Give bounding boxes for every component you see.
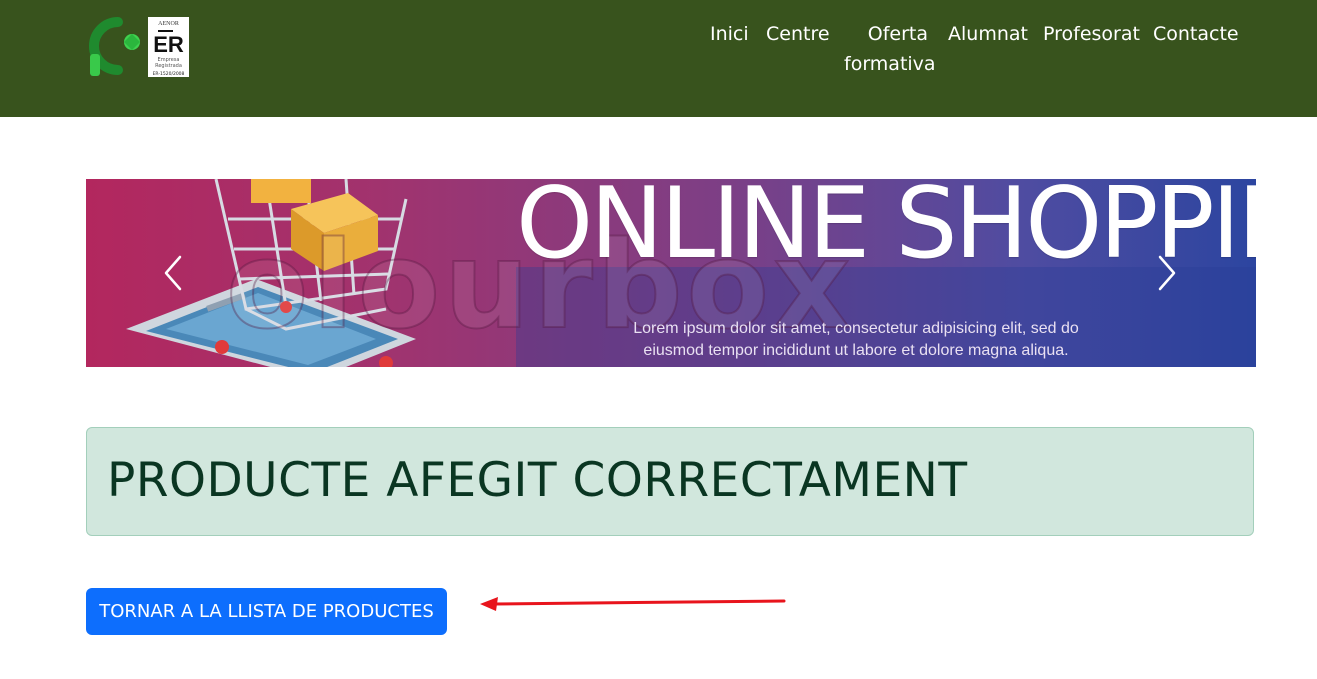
carousel-next-button[interactable]: [1152, 253, 1182, 293]
site-logo[interactable]: AENOR ER Empresa Registrada ER-1520/2008: [88, 16, 192, 80]
carousel[interactable]: olourbox ONLINE SHOPPING Lorem ipsum dol…: [86, 179, 1256, 367]
nav-link-profesorat[interactable]: Profesorat: [1043, 19, 1140, 49]
chevron-right-icon: [1158, 255, 1176, 291]
chevron-left-icon: [164, 255, 182, 291]
navbar: AENOR ER Empresa Registrada ER-1520/2008…: [0, 0, 1317, 117]
carousel-title: ONLINE SHOPPING: [516, 179, 1256, 281]
carousel-caption-line2: eiusmod tempor incididunt ut labore et d…: [643, 342, 1069, 359]
badge-code: ER-1520/2008: [153, 71, 185, 77]
nav-link-alumnat[interactable]: Alumnat: [948, 19, 1028, 49]
carousel-caption-line1: Lorem ipsum dolor sit amet, consectetur …: [633, 320, 1079, 337]
nav-link-inici[interactable]: Inici: [710, 19, 749, 49]
nav-link-contacte[interactable]: Contacte: [1153, 19, 1239, 49]
carousel-prev-button[interactable]: [158, 253, 188, 293]
success-alert: PRODUCTE AFEGIT CORRECTAMENT: [86, 427, 1254, 536]
nav-link-centre[interactable]: Centre: [766, 19, 830, 49]
success-message: PRODUCTE AFEGIT CORRECTAMENT: [107, 453, 968, 508]
nav-link-oferta-line2: formativa: [844, 53, 936, 75]
carousel-caption: Lorem ipsum dolor sit amet, consectetur …: [586, 318, 1126, 362]
back-to-product-list-button[interactable]: TORNAR A LA LLISTA DE PRODUCTES: [86, 588, 447, 635]
badge-top-text: AENOR: [158, 21, 179, 27]
nav-link-oferta-formativa[interactable]: Oferta formativa: [844, 19, 936, 79]
annotation-arrow-icon: [480, 597, 786, 611]
badge-main-text: ER: [153, 32, 184, 57]
school-logo-icon: AENOR ER Empresa Registrada ER-1520/2008: [89, 17, 189, 77]
nav-link-oferta-line1: Oferta: [867, 23, 928, 45]
badge-line2: Registrada: [155, 63, 182, 69]
